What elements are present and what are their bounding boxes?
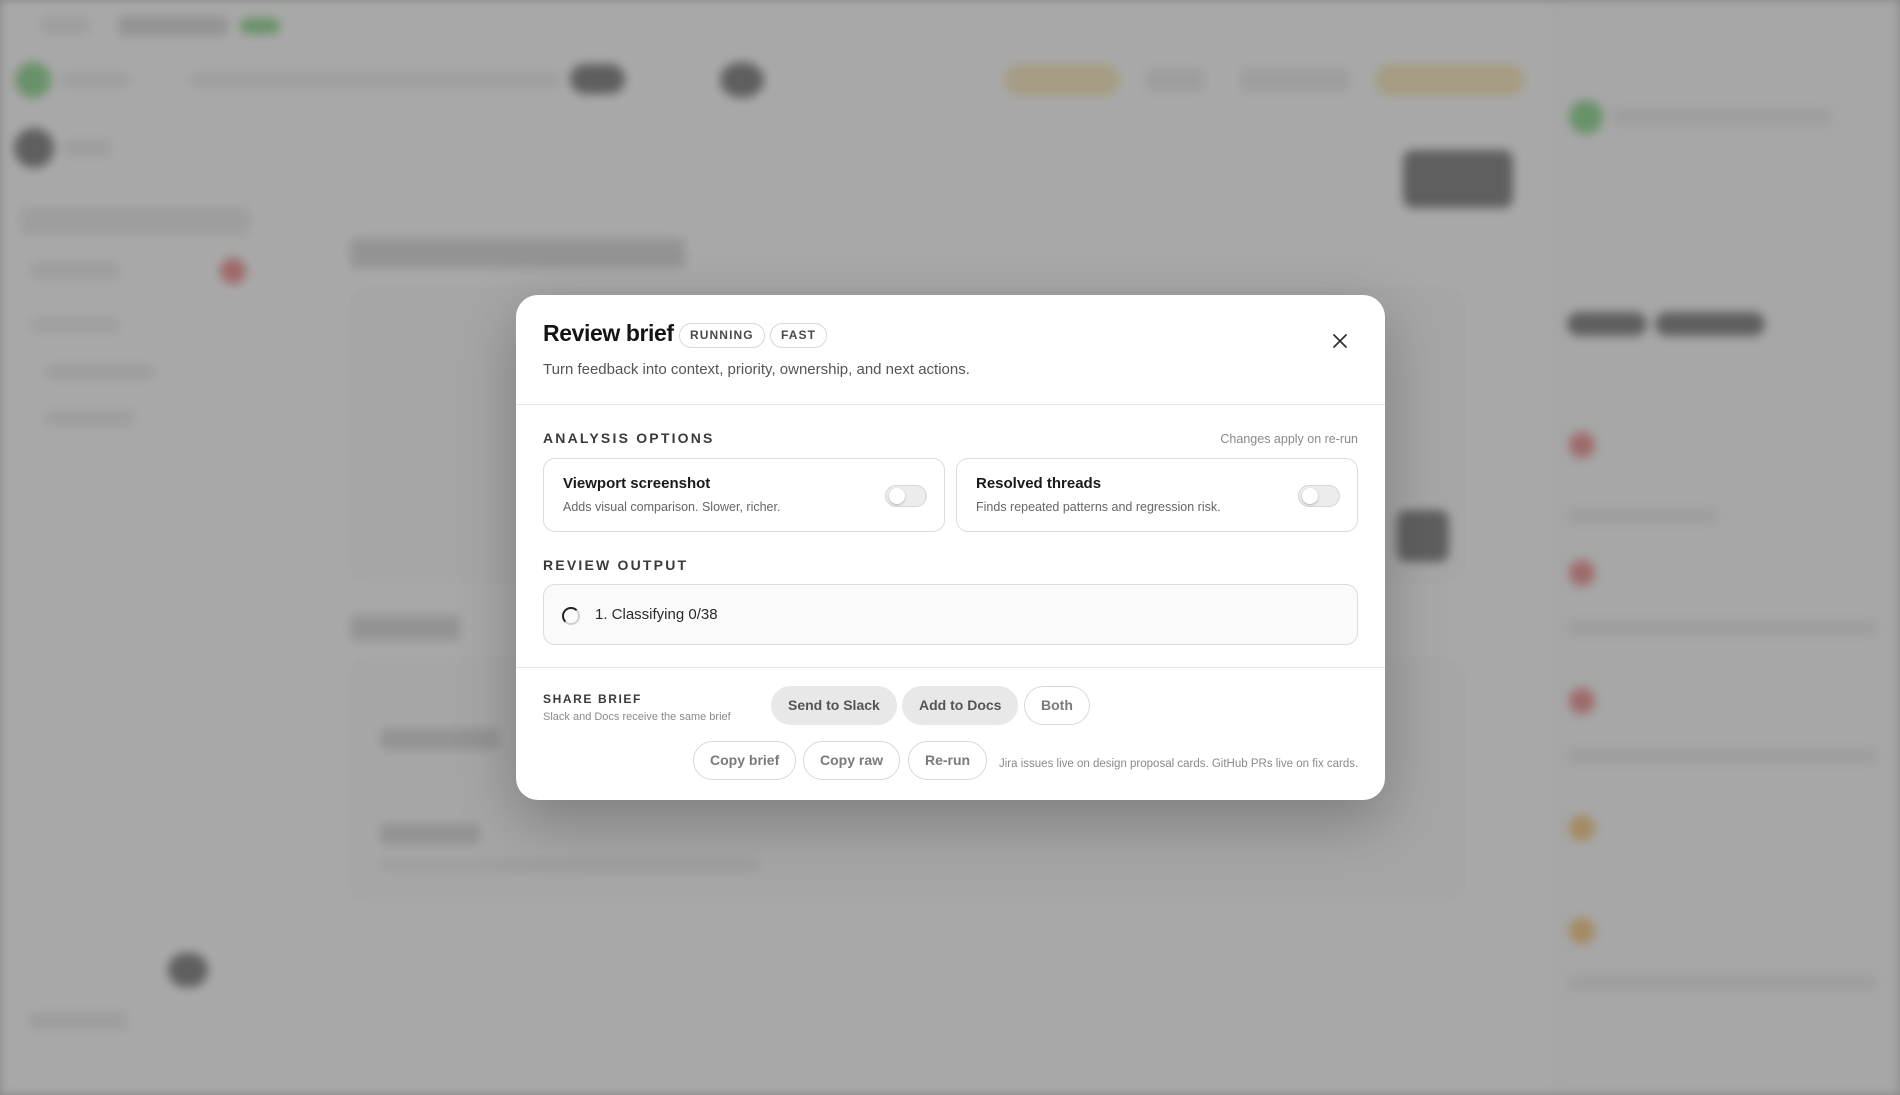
close-button[interactable] <box>1327 328 1353 354</box>
option-description: Finds repeated patterns and regression r… <box>976 500 1221 514</box>
loading-spinner-icon <box>562 607 580 625</box>
option-title: Resolved threads <box>976 475 1102 492</box>
resolved-threads-toggle[interactable] <box>1298 485 1340 507</box>
modal-subtitle: Turn feedback into context, priority, ow… <box>543 361 970 378</box>
copy-raw-button[interactable]: Copy raw <box>803 741 901 780</box>
viewport-screenshot-toggle[interactable] <box>885 485 927 507</box>
send-to-slack-button[interactable]: Send to Slack <box>771 686 897 725</box>
analysis-options-label: ANALYSIS OPTIONS <box>543 430 715 446</box>
share-brief-note: Slack and Docs receive the same brief <box>543 711 731 723</box>
toggle-knob <box>1302 488 1318 504</box>
option-viewport-screenshot[interactable]: Viewport screenshot Adds visual comparis… <box>543 458 945 532</box>
modal-footer: SHARE BRIEF Slack and Docs receive the s… <box>516 667 1385 800</box>
option-description: Adds visual comparison. Slower, richer. <box>563 500 781 514</box>
modal-title: Review brief <box>543 320 674 346</box>
share-brief-label: SHARE BRIEF <box>543 692 642 706</box>
modal-header: Review brief RUNNING FAST Turn feedback … <box>516 295 1385 405</box>
option-resolved-threads[interactable]: Resolved threads Finds repeated patterns… <box>956 458 1358 532</box>
toggle-knob <box>889 488 905 504</box>
option-title: Viewport screenshot <box>563 475 711 492</box>
close-icon <box>1333 334 1347 348</box>
review-output-label: REVIEW OUTPUT <box>543 557 689 573</box>
review-brief-modal: Review brief RUNNING FAST Turn feedback … <box>516 295 1385 800</box>
review-output-status: 1. Classifying 0/38 <box>595 606 718 623</box>
re-run-button[interactable]: Re-run <box>908 741 988 780</box>
review-output-box: 1. Classifying 0/38 <box>543 584 1358 645</box>
copy-brief-button[interactable]: Copy brief <box>693 741 797 780</box>
both-button[interactable]: Both <box>1024 686 1090 725</box>
add-to-docs-button[interactable]: Add to Docs <box>902 686 1019 725</box>
status-badge-running: RUNNING <box>679 323 765 348</box>
status-badge-fast: FAST <box>770 323 828 348</box>
integration-note: Jira issues live on design proposal card… <box>999 758 1359 770</box>
analysis-options-note: Changes apply on re-run <box>1220 432 1358 446</box>
